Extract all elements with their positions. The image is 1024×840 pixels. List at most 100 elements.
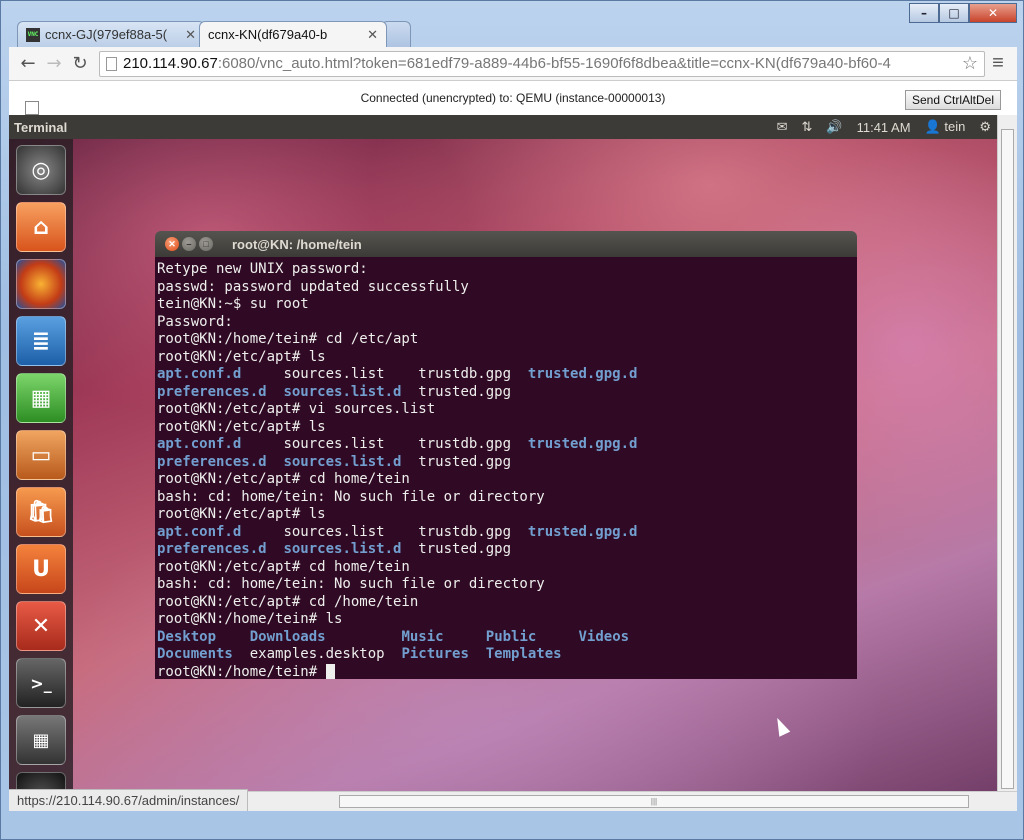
directory-name: Documents bbox=[157, 646, 233, 662]
writer-icon[interactable]: ≣ bbox=[16, 316, 66, 366]
directory-name: Videos bbox=[578, 628, 630, 645]
terminal-text: root@KN:/home/tein# bbox=[157, 663, 326, 680]
directory-name: trusted.gpg.d bbox=[527, 523, 638, 540]
directory-name: preferences.d bbox=[157, 541, 267, 557]
active-app-name: Terminal bbox=[14, 119, 68, 135]
terminal-titlebar[interactable]: ✕ – □ root@KN: /home/tein bbox=[155, 231, 857, 257]
files-icon[interactable]: ⌂ bbox=[16, 202, 66, 252]
settings-icon[interactable]: ✕ bbox=[16, 601, 66, 651]
software-center-icon[interactable]: 🛍 bbox=[16, 487, 66, 537]
terminal-text: root@KN:/etc/apt# cd home/tein bbox=[157, 471, 410, 487]
terminal-line: root@KN:/home/tein# ls bbox=[157, 611, 855, 629]
firefox-icon[interactable] bbox=[16, 259, 66, 309]
scroll-thumb[interactable]: ||| bbox=[339, 795, 969, 808]
terminal-line: root@KN:/etc/apt# vi sources.list bbox=[157, 401, 855, 419]
page-info-icon[interactable] bbox=[106, 56, 117, 71]
terminal-window[interactable]: ✕ – □ root@KN: /home/tein Retype new UNI… bbox=[155, 231, 857, 679]
browser-window: – □ ✕ VNC ccnx-GJ(979ef88a-5( ✕ ccnx-KN(… bbox=[0, 0, 1024, 840]
window-controls: – □ ✕ bbox=[909, 3, 1017, 23]
terminal-line: preferences.d sources.list.d trusted.gpg bbox=[157, 454, 855, 472]
dash-icon[interactable]: ◎ bbox=[16, 145, 66, 195]
network-icon[interactable]: ⇅ bbox=[802, 119, 813, 135]
volume-icon[interactable]: 🔊 bbox=[826, 119, 842, 135]
browser-toolbar: ← → ↻ 210.114.90.67 :6080/vnc_auto.html?… bbox=[9, 47, 1017, 81]
minimize-icon[interactable]: – bbox=[182, 237, 196, 251]
vertical-scrollbar[interactable] bbox=[997, 115, 1017, 811]
tab-label: ccnx-GJ(979ef88a-5( bbox=[45, 27, 168, 42]
forward-icon[interactable]: → bbox=[41, 51, 67, 77]
terminal-text: examples.desktop bbox=[232, 646, 402, 662]
tab-label: ccnx-KN(df679a40-b bbox=[208, 27, 328, 42]
terminal-line: root@KN:/home/tein# cd /etc/apt bbox=[157, 331, 855, 349]
mail-icon[interactable]: ✉ bbox=[777, 119, 788, 135]
tab-close-icon[interactable]: ✕ bbox=[367, 27, 378, 43]
minimize-button[interactable]: – bbox=[909, 3, 939, 23]
vnc-icon: VNC bbox=[26, 27, 40, 42]
close-icon[interactable]: ✕ bbox=[165, 237, 179, 251]
url-host: 210.114.90.67 bbox=[123, 55, 218, 72]
mouse-pointer-icon bbox=[771, 715, 791, 737]
status-url: https://210.114.90.67/admin/instances/ bbox=[9, 789, 249, 811]
terminal-line: root@KN:/etc/apt# cd /home/tein bbox=[157, 594, 855, 612]
tab-ccnx-gj[interactable]: VNC ccnx-GJ(979ef88a-5( ✕ bbox=[17, 21, 205, 47]
terminal-text: trusted.gpg bbox=[401, 541, 512, 557]
terminal-icon[interactable]: >_ bbox=[16, 658, 66, 708]
terminal-title: root@KN: /home/tein bbox=[232, 236, 362, 252]
ubuntu-launcher: ◎ ⌂ ≣ ▦ ▭ 🛍 U ✕ >_ ▦ bbox=[9, 139, 73, 811]
terminal-text: sources.list trustdb.gpg bbox=[241, 436, 528, 452]
directory-name: apt.conf.d bbox=[157, 436, 242, 452]
tab-strip: VNC ccnx-GJ(979ef88a-5( ✕ ccnx-KN(df679a… bbox=[17, 21, 411, 115]
reload-icon[interactable]: ↻ bbox=[67, 51, 93, 77]
terminal-line: Documents examples.desktop Pictures Temp… bbox=[157, 646, 855, 664]
address-bar[interactable]: 210.114.90.67 :6080/vnc_auto.html?token=… bbox=[99, 50, 985, 77]
menu-icon[interactable]: ≡ bbox=[985, 52, 1011, 75]
page-content: Connected (unencrypted) to: QEMU (instan… bbox=[9, 81, 1017, 811]
scroll-thumb[interactable] bbox=[1001, 129, 1014, 789]
bookmark-star-icon[interactable]: ☆ bbox=[962, 53, 978, 74]
tab-ccnx-kn[interactable]: ccnx-KN(df679a40-b ✕ bbox=[25, 21, 387, 115]
maximize-button[interactable]: □ bbox=[939, 3, 969, 23]
impress-icon[interactable]: ▭ bbox=[16, 430, 66, 480]
directory-name: preferences.d bbox=[157, 383, 267, 400]
terminal-line: preferences.d sources.list.d trusted.gpg bbox=[157, 384, 855, 402]
gear-icon[interactable]: ⚙ bbox=[979, 119, 991, 135]
user-menu[interactable]: 👤 tein bbox=[925, 119, 966, 135]
terminal-line: bash: cd: home/tein: No such file or dir… bbox=[157, 576, 855, 594]
terminal-text: root@KN:/etc/apt# vi sources.list bbox=[157, 401, 436, 417]
terminal-line: bash: cd: home/tein: No such file or dir… bbox=[157, 489, 855, 507]
maximize-icon[interactable]: □ bbox=[199, 237, 213, 251]
terminal-line: root@KN:/etc/apt# cd home/tein bbox=[157, 559, 855, 577]
clock[interactable]: 11:41 AM bbox=[857, 120, 911, 135]
indicator-area: ✉ ⇅ 🔊 11:41 AM 👤 tein ⚙ bbox=[777, 119, 997, 135]
directory-name: trusted.gpg.d bbox=[527, 366, 638, 382]
terminal-line: root@KN:/home/tein# bbox=[157, 663, 855, 680]
close-window-button[interactable]: ✕ bbox=[969, 3, 1017, 23]
terminal-line: Password: bbox=[157, 314, 855, 332]
terminal-line: Desktop Downloads Music Public Videos bbox=[157, 629, 855, 647]
ubuntu-one-icon[interactable]: U bbox=[16, 544, 66, 594]
send-ctrl-alt-del-button[interactable]: Send CtrlAltDel bbox=[904, 90, 1001, 110]
terminal-line: apt.conf.d sources.list trustdb.gpg trus… bbox=[157, 366, 855, 384]
user-icon: 👤 bbox=[924, 119, 941, 134]
directory-name: trusted.gpg.d bbox=[527, 436, 638, 452]
tab-close-icon[interactable]: ✕ bbox=[185, 27, 196, 43]
ubuntu-top-panel: Terminal ✉ ⇅ 🔊 11:41 AM 👤 tein ⚙ bbox=[9, 115, 997, 139]
directory-name: sources.list.d bbox=[283, 453, 402, 470]
back-icon[interactable]: ← bbox=[15, 51, 41, 77]
directory-name: preferences.d bbox=[157, 453, 267, 470]
vnc-canvas[interactable]: Terminal ✉ ⇅ 🔊 11:41 AM 👤 tein ⚙ ◎ ⌂ ≣ ▦… bbox=[9, 115, 997, 811]
workspaces-icon[interactable]: ▦ bbox=[16, 715, 66, 765]
directory-name: sources.list.d bbox=[283, 383, 402, 400]
directory-name: apt.conf.d bbox=[157, 523, 242, 540]
calc-icon[interactable]: ▦ bbox=[16, 373, 66, 423]
terminal-text: bash: cd: home/tein: No such file or dir… bbox=[157, 576, 545, 592]
terminal-text: sources.list trustdb.gpg bbox=[241, 523, 528, 540]
terminal-text: trusted.gpg bbox=[401, 383, 512, 400]
terminal-output[interactable]: Retype new UNIX password: passwd: passwor… bbox=[155, 257, 857, 679]
